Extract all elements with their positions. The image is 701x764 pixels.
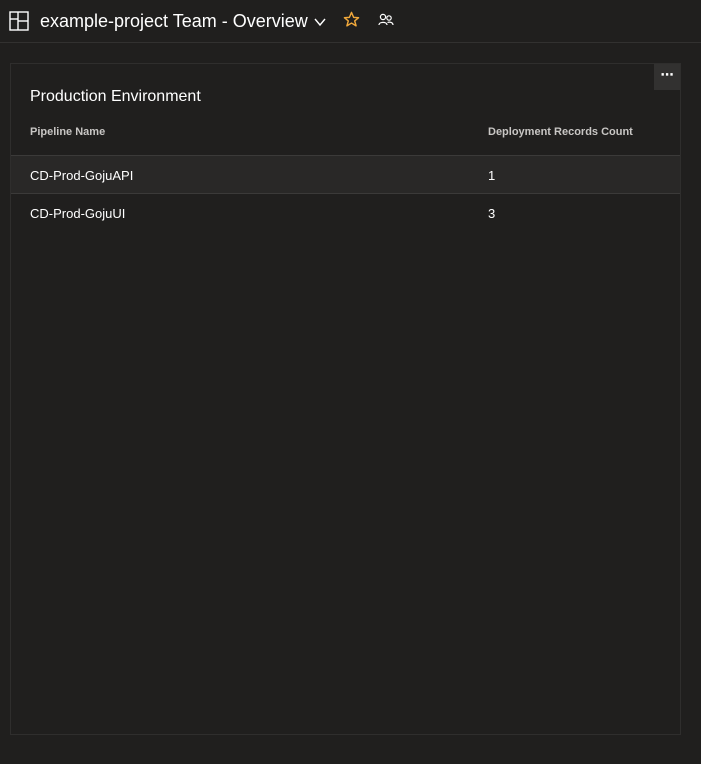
column-header-pipeline-name[interactable]: Pipeline Name bbox=[30, 126, 105, 138]
star-icon[interactable] bbox=[343, 11, 360, 28]
more-options-icon[interactable]: ⋯ bbox=[654, 64, 680, 90]
production-environment-widget: ⋯ Production Environment Pipeline Name D… bbox=[10, 63, 681, 735]
column-header-deployment-count[interactable]: Deployment Records Count bbox=[488, 126, 633, 138]
pipeline-name-cell: CD-Prod-GojuUI bbox=[30, 206, 126, 221]
deployment-count-cell: 1 bbox=[488, 168, 496, 183]
team-icon[interactable] bbox=[378, 12, 394, 28]
dashboard-title[interactable]: example-project Team - Overview bbox=[40, 9, 308, 33]
chevron-down-icon[interactable] bbox=[313, 15, 327, 29]
dashboard-icon[interactable] bbox=[9, 11, 29, 31]
pipeline-name-cell: CD-Prod-GojuAPI bbox=[30, 168, 134, 183]
page-header: example-project Team - Overview bbox=[0, 0, 701, 43]
table-row[interactable]: CD-Prod-GojuUI 3 bbox=[11, 194, 680, 233]
deployment-count-cell: 3 bbox=[488, 206, 496, 221]
table-row[interactable]: CD-Prod-GojuAPI 1 bbox=[11, 155, 680, 194]
widget-title: Production Environment bbox=[30, 88, 201, 105]
